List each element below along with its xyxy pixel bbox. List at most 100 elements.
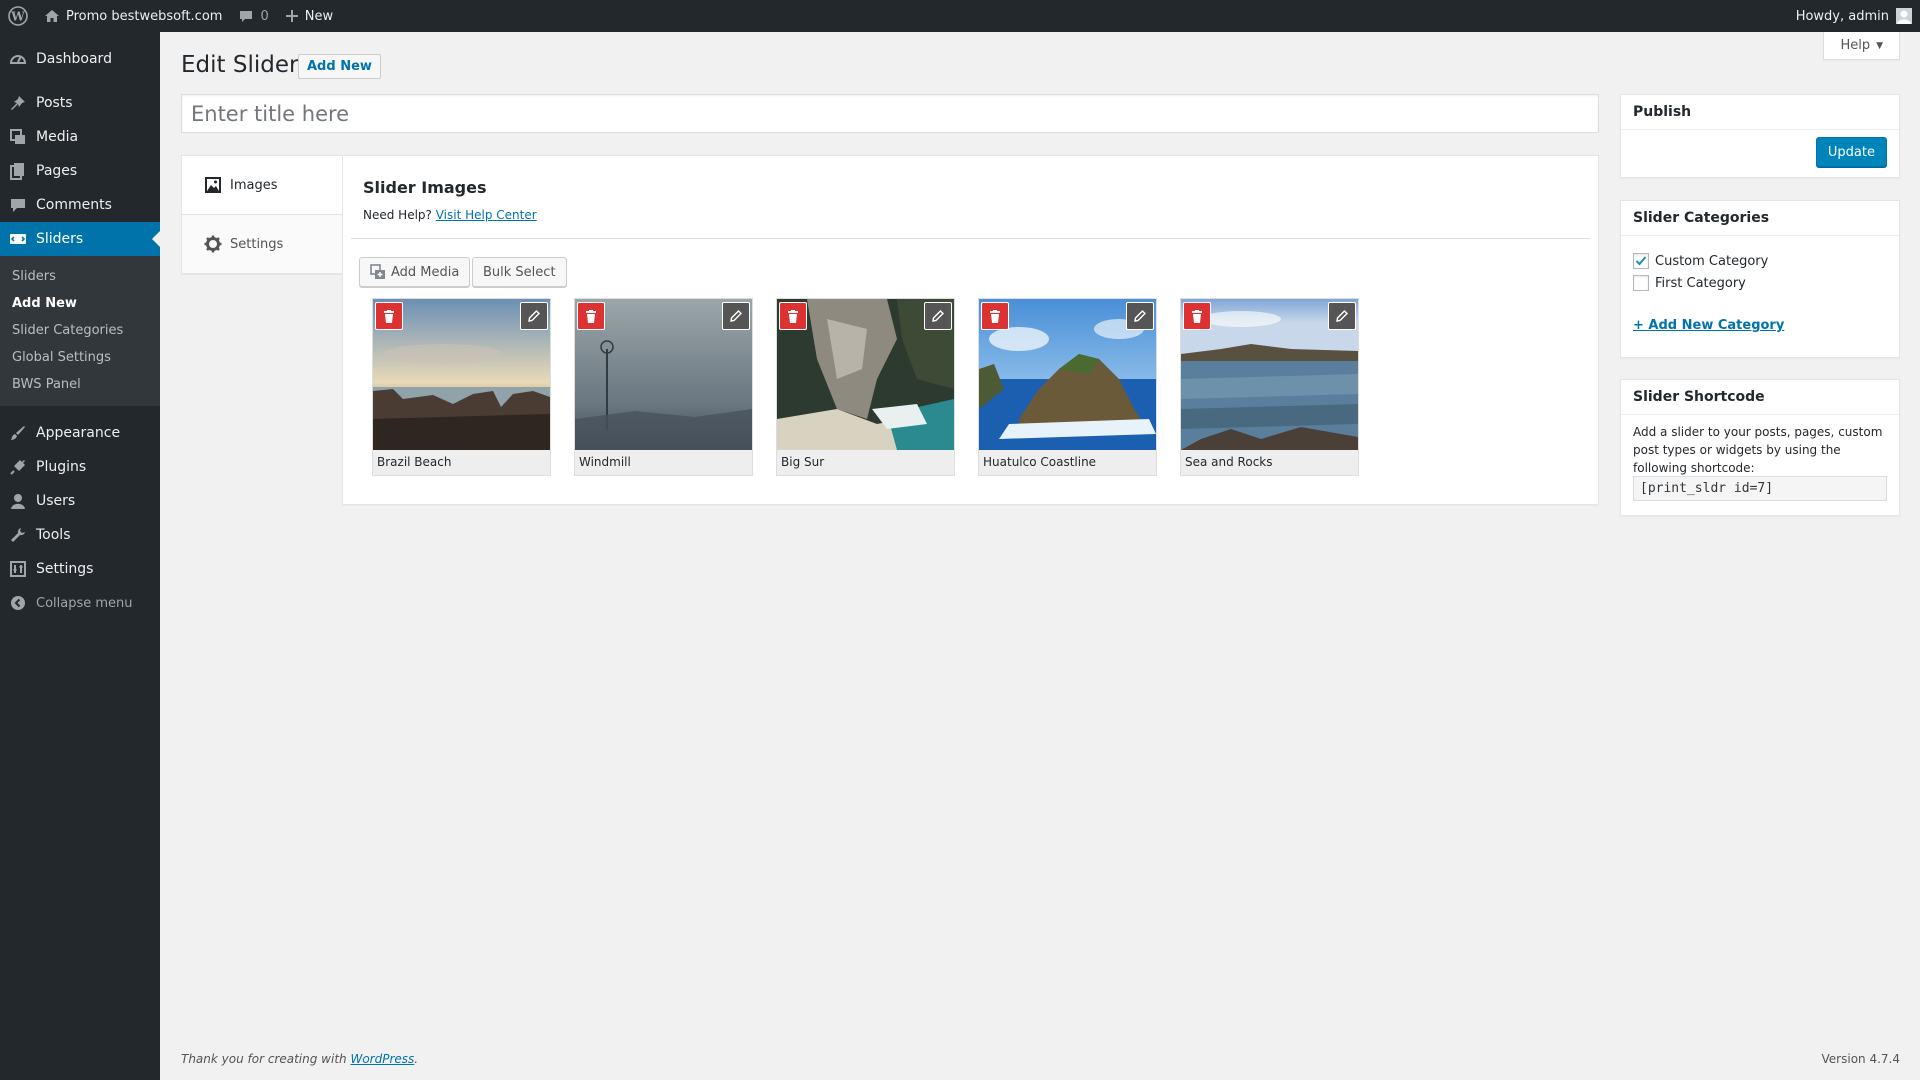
slider-image-item[interactable]: Windmill bbox=[574, 298, 753, 476]
menu-dashboard[interactable]: Dashboard bbox=[0, 42, 160, 76]
divider bbox=[351, 238, 1590, 239]
dashboard-icon bbox=[8, 49, 28, 69]
help-line: Need Help? Visit Help Center bbox=[363, 208, 537, 222]
media-icon bbox=[8, 127, 28, 147]
gear-icon bbox=[204, 235, 222, 253]
delete-image-button[interactable] bbox=[1183, 302, 1211, 330]
edit-image-button[interactable] bbox=[1328, 302, 1356, 330]
menu-comments-label: Comments bbox=[36, 197, 112, 213]
menu-tools[interactable]: Tools bbox=[0, 518, 160, 552]
image-caption: Big Sur bbox=[781, 455, 825, 469]
edit-image-button[interactable] bbox=[924, 302, 952, 330]
main-content: Help ▼ Edit Slider Add New Enter title h… bbox=[160, 32, 1920, 1080]
image-caption: Windmill bbox=[579, 455, 631, 469]
wrench-icon bbox=[8, 525, 28, 545]
category-item[interactable]: First Category bbox=[1633, 275, 1746, 291]
add-media-button[interactable]: Add Media bbox=[359, 257, 471, 287]
add-new-button[interactable]: Add New bbox=[298, 54, 381, 79]
trash-icon bbox=[788, 309, 798, 323]
comments-link[interactable]: 0 bbox=[230, 0, 276, 32]
footer-thanks-text: Thank you for creating with bbox=[181, 1052, 347, 1066]
footer-thankyou: Thank you for creating with WordPress. bbox=[181, 1052, 418, 1066]
update-button[interactable]: Update bbox=[1815, 137, 1887, 167]
admin-sidebar: Dashboard Posts Media Pages Comments Sli… bbox=[0, 32, 160, 1080]
delete-image-button[interactable] bbox=[981, 302, 1009, 330]
delete-image-button[interactable] bbox=[779, 302, 807, 330]
menu-media[interactable]: Media bbox=[0, 120, 160, 154]
submenu-slider-categories[interactable]: Slider Categories bbox=[0, 317, 160, 344]
collapse-menu-button[interactable]: Collapse menu bbox=[0, 586, 160, 620]
delete-image-button[interactable] bbox=[577, 302, 605, 330]
slider-image-item[interactable]: Sea and Rocks bbox=[1180, 298, 1359, 476]
avatar bbox=[1896, 8, 1912, 24]
category-checkbox[interactable] bbox=[1633, 253, 1649, 269]
menu-plugins-label: Plugins bbox=[36, 459, 87, 475]
collapse-arrow-icon bbox=[8, 593, 28, 613]
tab-images-label: Images bbox=[230, 177, 278, 193]
category-label: Custom Category bbox=[1655, 253, 1769, 269]
add-new-category-link[interactable]: + Add New Category bbox=[1633, 318, 1784, 333]
footer-thanks-suffix: . bbox=[414, 1052, 419, 1066]
menu-plugins[interactable]: Plugins bbox=[0, 450, 160, 484]
menu-settings[interactable]: Settings bbox=[0, 552, 160, 586]
checkmark-icon bbox=[1635, 256, 1647, 266]
image-caption: Huatulco Coastline bbox=[983, 455, 1097, 469]
menu-appearance[interactable]: Appearance bbox=[0, 416, 160, 450]
wordpress-link[interactable]: WordPress bbox=[350, 1052, 414, 1066]
image-caption: Sea and Rocks bbox=[1185, 455, 1273, 469]
publish-heading: Publish bbox=[1621, 95, 1899, 130]
edit-image-button[interactable] bbox=[520, 302, 548, 330]
submenu-sliders[interactable]: Sliders bbox=[0, 263, 160, 290]
menu-sliders[interactable]: Sliders bbox=[0, 222, 160, 256]
shortcode-field[interactable]: [print_sldr id=7] bbox=[1633, 476, 1887, 501]
menu-appearance-label: Appearance bbox=[36, 425, 121, 441]
tab-settings[interactable]: Settings bbox=[182, 215, 342, 274]
delete-image-button[interactable] bbox=[375, 302, 403, 330]
menu-pages[interactable]: Pages bbox=[0, 154, 160, 188]
visit-help-center-link[interactable]: Visit Help Center bbox=[436, 208, 537, 222]
new-content-link[interactable]: New bbox=[277, 0, 341, 32]
slider-image-item[interactable]: Big Sur bbox=[776, 298, 955, 476]
footer-version: Version 4.7.4 bbox=[1821, 1052, 1900, 1066]
edit-image-button[interactable] bbox=[1126, 302, 1154, 330]
admin-bar: W Promo bestwebsoft.com 0 New Howdy, adm… bbox=[0, 0, 1920, 32]
images-panel: Slider Images Need Help? Visit Help Cent… bbox=[342, 155, 1599, 505]
tab-images[interactable]: Images bbox=[182, 156, 343, 215]
help-tab-label: Help bbox=[1840, 38, 1871, 53]
title-input[interactable]: Enter title here bbox=[181, 94, 1599, 133]
image-icon bbox=[204, 176, 222, 194]
submenu-add-new[interactable]: Add New bbox=[0, 290, 160, 317]
submenu-bws-panel[interactable]: BWS Panel bbox=[0, 371, 160, 398]
category-item[interactable]: Custom Category bbox=[1633, 253, 1768, 269]
pencil-icon bbox=[730, 310, 742, 322]
menu-users-label: Users bbox=[36, 493, 76, 509]
category-label: First Category bbox=[1655, 275, 1746, 291]
submenu-global-settings[interactable]: Global Settings bbox=[0, 344, 160, 371]
svg-text:W: W bbox=[10, 10, 25, 24]
my-account-link[interactable]: Howdy, admin bbox=[1788, 0, 1920, 32]
site-name-link[interactable]: Promo bestwebsoft.com bbox=[36, 0, 230, 32]
add-media-label: Add Media bbox=[391, 264, 460, 280]
pencil-icon bbox=[1134, 310, 1146, 322]
pencil-icon bbox=[932, 310, 944, 322]
slider-image-item[interactable]: Brazil Beach bbox=[372, 298, 551, 476]
trash-icon bbox=[1192, 309, 1202, 323]
slider-shortcode-box: Slider Shortcode Add a slider to your po… bbox=[1620, 379, 1900, 516]
slider-categories-heading: Slider Categories bbox=[1621, 201, 1899, 236]
menu-users[interactable]: Users bbox=[0, 484, 160, 518]
bulk-select-button[interactable]: Bulk Select bbox=[472, 257, 567, 287]
slider-icon bbox=[8, 229, 28, 249]
menu-comments[interactable]: Comments bbox=[0, 188, 160, 222]
comment-bubble-icon bbox=[238, 8, 254, 24]
menu-sliders-label: Sliders bbox=[36, 231, 84, 247]
menu-posts[interactable]: Posts bbox=[0, 86, 160, 120]
pages-icon bbox=[8, 161, 28, 181]
collapse-menu-label: Collapse menu bbox=[36, 595, 133, 611]
slider-images-heading: Slider Images bbox=[363, 178, 487, 197]
category-checkbox[interactable] bbox=[1633, 275, 1649, 291]
slider-image-item[interactable]: Huatulco Coastline bbox=[978, 298, 1157, 476]
help-tab-button[interactable]: Help ▼ bbox=[1823, 32, 1900, 60]
settings-icon bbox=[8, 559, 28, 579]
edit-image-button[interactable] bbox=[722, 302, 750, 330]
wordpress-logo-icon[interactable]: W bbox=[0, 0, 36, 32]
